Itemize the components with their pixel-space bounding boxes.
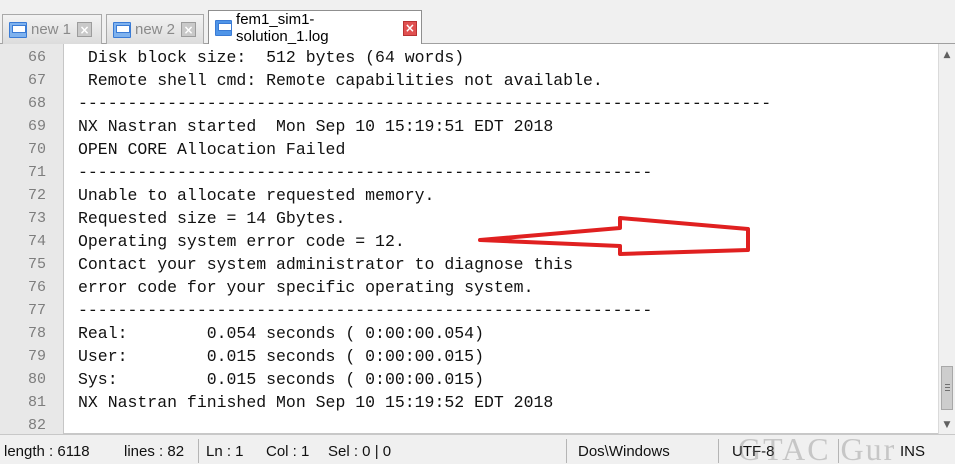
tab-bar: new 1 × new 2 × fem1_sim1-solution_1.log… xyxy=(0,0,955,45)
tab-new-2[interactable]: new 2 × xyxy=(106,14,204,44)
line-text: User: 0.015 seconds ( 0:00:00.015) xyxy=(78,347,484,366)
tab-log-file[interactable]: fem1_sim1-solution_1.log × xyxy=(208,10,422,45)
status-line-number: Ln : 1 xyxy=(206,443,244,460)
text-line[interactable]: 79 User: 0.015 seconds ( 0:00:00.015) xyxy=(0,345,936,368)
tab-label: new 2 xyxy=(135,21,176,38)
text-line[interactable]: 67 Remote shell cmd: Remote capabilities… xyxy=(0,69,936,92)
scroll-thumb[interactable] xyxy=(941,366,953,410)
close-icon[interactable]: × xyxy=(181,22,197,37)
text-line[interactable]: 70 OPEN CORE Allocation Failed xyxy=(0,138,936,161)
text-line[interactable]: 81 NX Nastran finished Mon Sep 10 15:19:5… xyxy=(0,391,936,414)
status-eol[interactable]: Dos\Windows xyxy=(578,443,670,460)
watermark: GTAC Gur xyxy=(738,434,897,464)
scroll-down-icon[interactable]: ▼ xyxy=(939,416,955,433)
text-line[interactable]: 69 NX Nastran started Mon Sep 10 15:19:51… xyxy=(0,115,936,138)
line-number: 79 xyxy=(27,348,46,365)
line-text: ----------------------------------------… xyxy=(78,163,653,182)
line-text: Sys: 0.015 seconds ( 0:00:00.015) xyxy=(78,370,484,389)
line-text: error code for your specific operating s… xyxy=(78,278,534,297)
text-line[interactable]: 72 Unable to allocate requested memory. xyxy=(0,184,936,207)
line-number: 78 xyxy=(27,325,46,342)
line-number: 67 xyxy=(27,72,46,89)
line-number: 68 xyxy=(27,95,46,112)
line-number: 66 xyxy=(27,49,46,66)
line-text: Real: 0.054 seconds ( 0:00:00.054) xyxy=(78,324,484,343)
line-number: 69 xyxy=(27,118,46,135)
line-text: Operating system error code = 12. xyxy=(78,232,405,251)
line-text: NX Nastran finished Mon Sep 10 15:19:52 … xyxy=(78,393,554,412)
line-text: Requested size = 14 Gbytes. xyxy=(78,209,346,228)
line-number: 75 xyxy=(27,256,46,273)
line-number: 76 xyxy=(27,279,46,296)
text-line[interactable]: 74 Operating system error code = 12. xyxy=(0,230,936,253)
line-text: OPEN CORE Allocation Failed xyxy=(78,140,346,159)
line-text: Disk block size: 512 bytes (64 words) xyxy=(78,48,465,67)
text-line[interactable]: 75 Contact your system administrator to d… xyxy=(0,253,936,276)
text-line[interactable]: 77 --------------------------------------… xyxy=(0,299,936,322)
file-icon xyxy=(215,20,233,36)
scroll-up-icon[interactable]: ▲ xyxy=(939,46,955,63)
line-text: Remote shell cmd: Remote capabilities no… xyxy=(78,71,603,90)
line-number: 73 xyxy=(27,210,46,227)
status-length: length : 6118 xyxy=(4,443,90,460)
line-text: ----------------------------------------… xyxy=(78,301,653,320)
text-line[interactable]: 68 --------------------------------------… xyxy=(0,92,936,115)
text-line[interactable]: 80 Sys: 0.015 seconds ( 0:00:00.015) xyxy=(0,368,936,391)
line-number: 70 xyxy=(27,141,46,158)
status-lines: lines : 82 xyxy=(124,443,185,460)
status-selection: Sel : 0 | 0 xyxy=(328,443,392,460)
line-number: 72 xyxy=(27,187,46,204)
line-text: NX Nastran started Mon Sep 10 15:19:51 E… xyxy=(78,117,554,136)
line-number: 81 xyxy=(27,394,46,411)
file-icon xyxy=(9,21,27,38)
text-line[interactable]: 78 Real: 0.054 seconds ( 0:00:00.054) xyxy=(0,322,936,345)
line-number: 74 xyxy=(27,233,46,250)
line-number: 80 xyxy=(27,371,46,388)
text-line[interactable]: 76 error code for your specific operating… xyxy=(0,276,936,299)
annotation-arrow xyxy=(478,216,750,256)
close-icon[interactable]: × xyxy=(77,22,93,37)
tab-label: fem1_sim1-solution_1.log xyxy=(236,11,329,45)
tab-new-1[interactable]: new 1 × xyxy=(2,14,102,44)
status-column: Col : 1 xyxy=(266,443,310,460)
text-line[interactable]: 66 Disk block size: 512 bytes (64 words) xyxy=(0,46,936,69)
line-text: Unable to allocate requested memory. xyxy=(78,186,435,205)
vertical-scrollbar[interactable]: ▲ ▼ xyxy=(938,44,955,434)
text-line[interactable]: 73 Requested size = 14 Gbytes. xyxy=(0,207,936,230)
file-icon xyxy=(113,21,131,38)
line-number: 71 xyxy=(27,164,46,181)
text-line[interactable]: 71 --------------------------------------… xyxy=(0,161,936,184)
line-text: ----------------------------------------… xyxy=(78,94,772,113)
close-icon[interactable]: × xyxy=(402,20,417,36)
editor-area[interactable]: 66 Disk block size: 512 bytes (64 words)… xyxy=(0,44,955,434)
tab-label: new 1 xyxy=(31,21,72,38)
line-number: 77 xyxy=(27,302,46,319)
